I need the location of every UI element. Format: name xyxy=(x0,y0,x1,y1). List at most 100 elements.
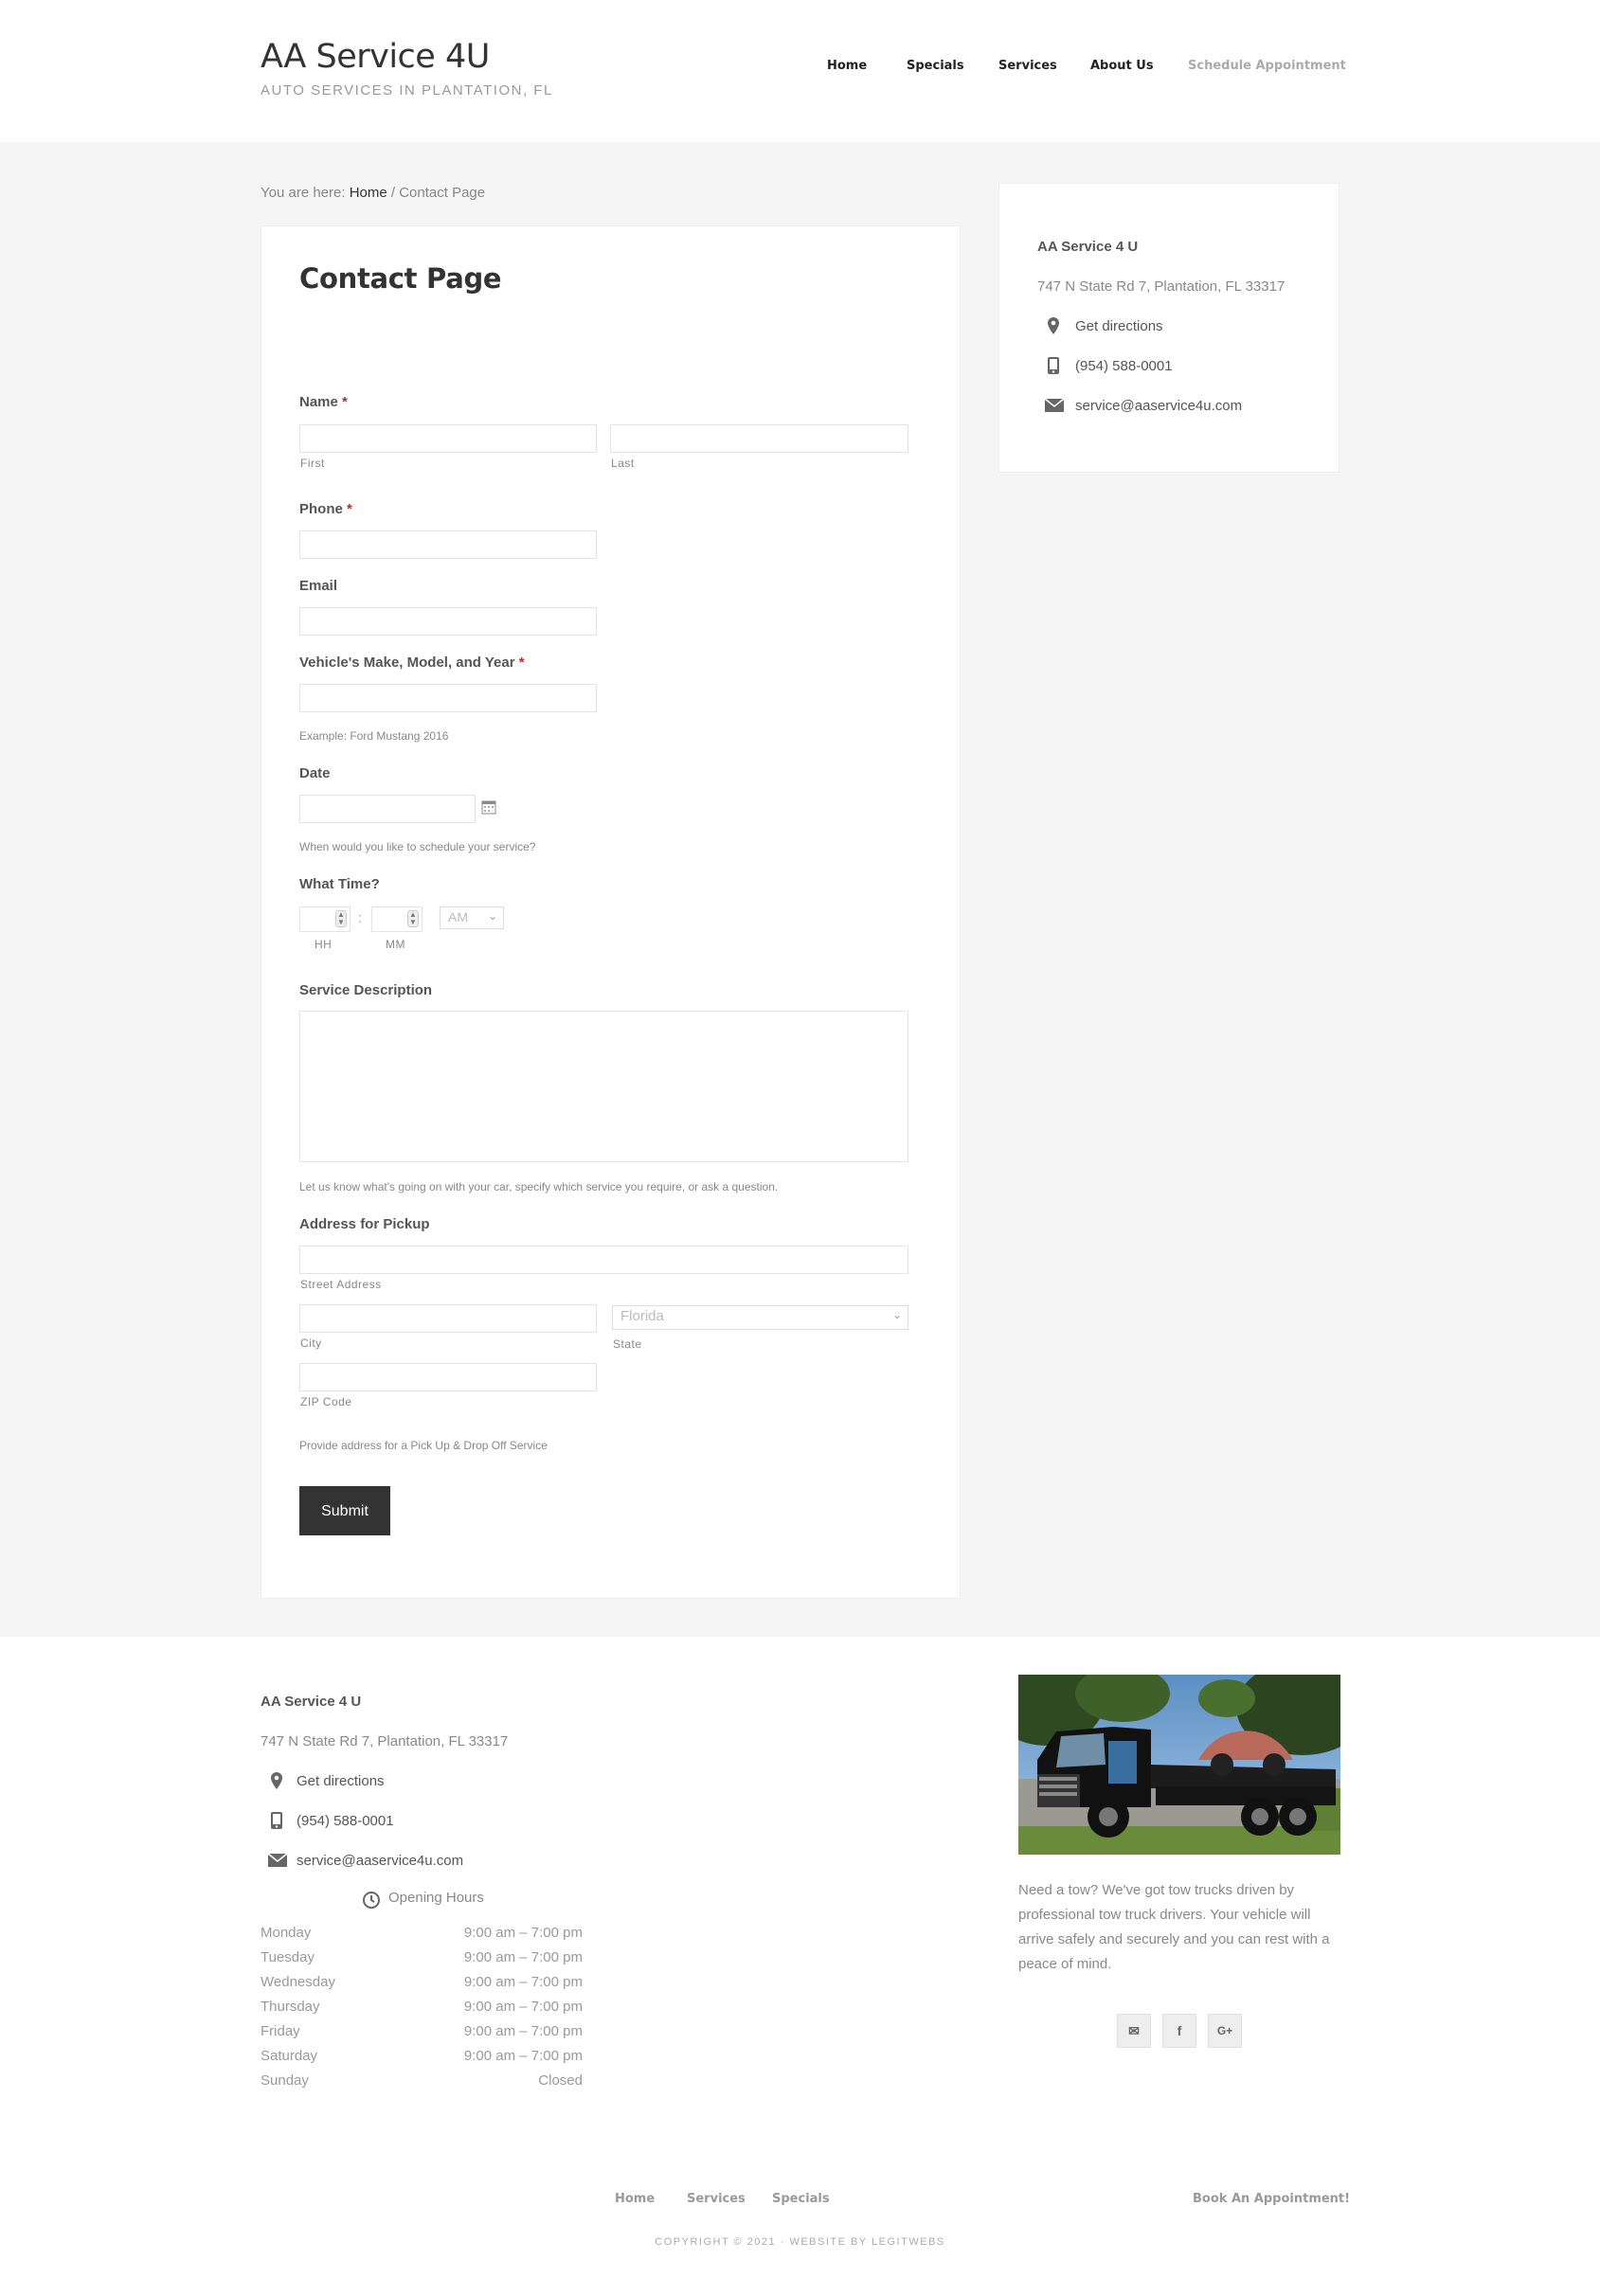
breadcrumb-prefix: You are here: xyxy=(261,185,350,201)
hours-day: Wednesday xyxy=(261,1974,335,1990)
required-mark: * xyxy=(518,655,525,671)
footer-business-name: AA Service 4 U xyxy=(261,1694,362,1710)
vehicle-label-text: Vehicle's Make, Model, and Year xyxy=(299,655,515,671)
tow-description: Need a tow? We've got tow trucks driven … xyxy=(1018,1882,1330,1972)
footer-nav-specials[interactable]: Specials xyxy=(772,2192,830,2206)
submit-button[interactable]: Submit xyxy=(299,1486,390,1535)
street-address-input[interactable] xyxy=(299,1246,908,1274)
nav-about-us[interactable]: About Us xyxy=(1090,59,1154,73)
nav-schedule-appointment[interactable]: Schedule Appointment xyxy=(1188,59,1346,73)
street-sub-label: Street Address xyxy=(300,1278,382,1291)
vehicle-hint: Example: Ford Mustang 2016 xyxy=(299,729,449,743)
state-value: Florida xyxy=(620,1308,664,1324)
phone-label-text: Phone xyxy=(299,501,343,517)
hours-time: 9:00 am – 7:00 pm xyxy=(463,1949,583,1965)
zip-sub-label: ZIP Code xyxy=(300,1395,352,1408)
phone-label: Phone * xyxy=(299,501,352,517)
contact-form-card: Contact Page Name * First Last Phone * E… xyxy=(261,225,961,1599)
footer-email-link[interactable]: service@aaservice4u.com xyxy=(297,1853,463,1869)
business-name: AA Service 4 U xyxy=(1037,239,1139,255)
phone-input[interactable] xyxy=(299,530,597,559)
breadcrumb: You are here: Home / Contact Page xyxy=(261,185,485,201)
last-name-input[interactable] xyxy=(610,424,908,453)
map-pin-icon xyxy=(1045,316,1064,335)
page-title: Contact Page xyxy=(299,262,502,295)
time-label: What Time? xyxy=(299,876,380,892)
directions-link[interactable]: Get directions xyxy=(1075,318,1163,334)
nav-specials[interactable]: Specials xyxy=(907,59,964,73)
hours-time: Closed xyxy=(538,2072,583,2089)
name-label: Name * xyxy=(299,394,348,410)
business-info-card: AA Service 4 U 747 N State Rd 7, Plantat… xyxy=(998,183,1339,473)
address-hint: Provide address for a Pick Up & Drop Off… xyxy=(299,1439,548,1452)
description-label: Service Description xyxy=(299,982,433,998)
footer-nav-services[interactable]: Services xyxy=(687,2192,746,2206)
description-hint: Let us know what's going on with your ca… xyxy=(299,1180,779,1193)
vehicle-label: Vehicle's Make, Model, and Year * xyxy=(299,655,525,671)
tow-truck-image xyxy=(1018,1675,1340,1855)
hours-day: Tuesday xyxy=(261,1949,315,1965)
hours-day: Sunday xyxy=(261,2072,309,2089)
email-link[interactable]: service@aaservice4u.com xyxy=(1075,398,1242,414)
opening-hours-title: Opening Hours xyxy=(388,1890,484,1906)
google-plus-icon[interactable]: G+ xyxy=(1208,2014,1242,2048)
clock-icon xyxy=(362,1891,381,1910)
hour-stepper[interactable]: ▲ ▼ xyxy=(335,910,347,927)
city-sub-label: City xyxy=(300,1336,322,1350)
date-hint: When would you like to schedule your ser… xyxy=(299,840,536,853)
site-title[interactable]: AA Service 4U xyxy=(261,38,490,76)
date-input[interactable] xyxy=(299,795,476,823)
phone-icon xyxy=(270,1811,289,1830)
city-input[interactable] xyxy=(299,1304,597,1333)
time-separator: : xyxy=(358,910,363,926)
facebook-icon[interactable]: f xyxy=(1162,2014,1196,2048)
site-header: AA Service 4U AUTO SERVICES IN PLANTATIO… xyxy=(0,0,1600,142)
nav-home[interactable]: Home xyxy=(827,59,867,73)
nav-services[interactable]: Services xyxy=(998,59,1057,73)
description-textarea[interactable] xyxy=(299,1011,908,1162)
hours-day: Monday xyxy=(261,1925,312,1941)
zip-input[interactable] xyxy=(299,1363,597,1391)
footer-book-appointment[interactable]: Book An Appointment! xyxy=(1193,2192,1350,2206)
hours-day: Saturday xyxy=(261,2048,318,2064)
hours-day: Friday xyxy=(261,2023,300,2039)
required-mark: * xyxy=(347,501,352,517)
hours-time: 9:00 am – 7:00 pm xyxy=(463,1974,583,1990)
minute-stepper[interactable]: ▲ ▼ xyxy=(407,910,419,927)
hours-time: 9:00 am – 7:00 pm xyxy=(463,1999,583,2015)
business-address: 747 N State Rd 7, Plantation, FL 33317 xyxy=(1037,278,1285,295)
footer-business-address: 747 N State Rd 7, Plantation, FL 33317 xyxy=(261,1733,509,1749)
state-sub-label: State xyxy=(613,1337,642,1351)
breadcrumb-separator: / xyxy=(387,185,400,201)
envelope-icon xyxy=(1044,398,1065,417)
hours-time: 9:00 am – 7:00 pm xyxy=(463,2023,583,2039)
breadcrumb-home-link[interactable]: Home xyxy=(350,185,387,201)
copyright: COPYRIGHT © 2021 · WEBSITE BY LEGITWEBS xyxy=(655,2236,945,2248)
breadcrumb-current: Contact Page xyxy=(399,185,486,201)
mm-sub-label: MM xyxy=(386,938,405,951)
email-input[interactable] xyxy=(299,607,597,636)
envelope-icon xyxy=(267,1853,288,1872)
first-name-input[interactable] xyxy=(299,424,597,453)
name-label-text: Name xyxy=(299,394,338,410)
footer-nav-home[interactable]: Home xyxy=(615,2192,655,2206)
email-label: Email xyxy=(299,578,338,594)
required-mark: * xyxy=(342,394,348,410)
footer-directions-link[interactable]: Get directions xyxy=(297,1773,385,1789)
hours-time: 9:00 am – 7:00 pm xyxy=(463,1925,583,1941)
last-sub-label: Last xyxy=(611,457,635,470)
ampm-select[interactable]: AM ⌄ xyxy=(440,906,504,929)
chevron-down-icon: ⌄ xyxy=(487,909,497,923)
vehicle-input[interactable] xyxy=(299,684,597,712)
hours-day: Thursday xyxy=(261,1999,320,2015)
calendar-icon[interactable] xyxy=(481,799,496,815)
phone-link[interactable]: (954) 588-0001 xyxy=(1075,358,1173,374)
footer-phone-link[interactable]: (954) 588-0001 xyxy=(297,1813,394,1829)
envelope-icon[interactable]: ✉ xyxy=(1117,2014,1151,2048)
hours-time: 9:00 am – 7:00 pm xyxy=(463,2048,583,2064)
address-label: Address for Pickup xyxy=(299,1216,430,1232)
state-select[interactable]: Florida ⌄ xyxy=(612,1305,908,1330)
date-label: Date xyxy=(299,765,331,781)
chevron-down-icon: ⌄ xyxy=(891,1308,902,1321)
first-sub-label: First xyxy=(300,457,325,470)
